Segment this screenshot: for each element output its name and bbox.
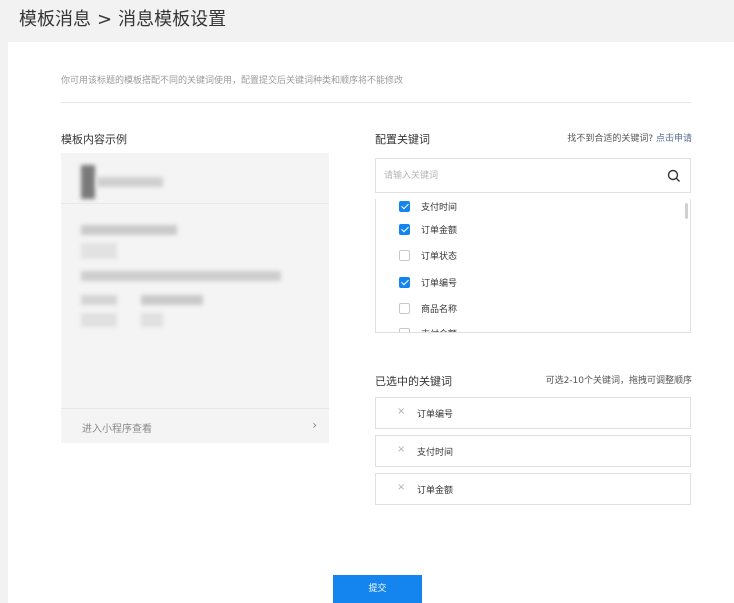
selected-keyword-label: 订单金额	[417, 486, 454, 496]
selected-section-title: 已选中的关键词	[375, 375, 452, 388]
keyword-option[interactable]: 支付金额	[399, 326, 457, 333]
breadcrumb-parent[interactable]: 模板消息	[19, 9, 91, 30]
remove-icon[interactable]: ×	[397, 444, 405, 455]
template-preview: 进入小程序查看 ›	[61, 153, 329, 443]
selected-keyword-label: 订单编号	[417, 410, 454, 420]
keyword-search-box	[375, 158, 691, 193]
keyword-option-label: 支付金额	[421, 327, 457, 333]
checkbox-unchecked-icon[interactable]	[399, 302, 410, 314]
preview-section-title: 模板内容示例	[61, 133, 127, 146]
template-description: 你可用该标题的模板搭配不同的关键词使用，配置提交后关键词种类和顺序将不能修改	[61, 76, 404, 86]
checkbox-checked-icon[interactable]	[399, 276, 410, 288]
preview-divider	[61, 203, 329, 204]
preview-value-placeholder	[141, 313, 163, 327]
keyword-help: 找不到合适的关键词? 点击申请	[567, 131, 692, 144]
keyword-option[interactable]: 商品名称	[399, 301, 457, 315]
selected-keyword-item[interactable]: × 订单金额	[375, 473, 691, 505]
keyword-option-label: 订单编号	[421, 278, 458, 289]
preview-avatar-placeholder	[81, 165, 95, 199]
keyword-option[interactable]: 订单金额	[399, 222, 457, 236]
chevron-right-icon: ›	[312, 418, 317, 432]
checkbox-checked-icon[interactable]	[399, 223, 410, 235]
selected-keyword-label: 支付时间	[417, 448, 454, 458]
keyword-search-input[interactable]	[384, 168, 644, 184]
remove-icon[interactable]: ×	[397, 406, 405, 417]
preview-name-placeholder	[97, 177, 163, 187]
keyword-option[interactable]: 订单编号	[399, 275, 457, 289]
preview-date-placeholder	[81, 243, 117, 259]
preview-value-placeholder	[141, 295, 203, 305]
checkbox-unchecked-icon[interactable]	[399, 327, 410, 332]
selected-keyword-item[interactable]: × 支付时间	[375, 435, 691, 467]
keyword-option-label: 订单状态	[421, 251, 458, 262]
submit-button[interactable]: 提交	[333, 575, 422, 603]
selected-keyword-item[interactable]: × 订单编号	[375, 397, 691, 429]
keyword-option-label: 商品名称	[421, 304, 458, 315]
page-title: 模板消息 > 消息模板设置	[19, 5, 226, 31]
preview-line-placeholder	[81, 271, 281, 281]
checkbox-unchecked-icon[interactable]	[399, 249, 410, 261]
divider	[61, 102, 691, 103]
keyword-list-scrollbar[interactable]	[685, 203, 688, 219]
keyword-option-label: 支付时间	[421, 202, 458, 213]
breadcrumb-current: 消息模板设置	[118, 9, 227, 30]
remove-icon[interactable]: ×	[397, 482, 405, 493]
preview-key-placeholder	[81, 295, 117, 305]
breadcrumb-separator: >	[97, 9, 113, 30]
keyword-help-text: 找不到合适的关键词?	[567, 134, 654, 144]
preview-key-placeholder	[81, 313, 117, 327]
keyword-option[interactable]: 支付时间	[399, 199, 457, 213]
open-miniprogram-label: 进入小程序查看	[82, 424, 152, 435]
keyword-option-label: 订单金额	[421, 225, 458, 236]
keyword-list[interactable]: 支付时间订单金额订单状态订单编号商品名称支付金额	[375, 199, 691, 333]
keyword-option[interactable]: 订单状态	[399, 248, 457, 262]
keywords-section-title: 配置关键词	[375, 133, 430, 146]
search-icon[interactable]	[667, 169, 681, 183]
preview-title-placeholder	[81, 225, 177, 235]
open-miniprogram-link[interactable]: 进入小程序查看 ›	[61, 408, 329, 443]
selected-hint: 可选2-10个关键词，拖拽可调整顺序	[545, 376, 692, 386]
apply-keyword-link[interactable]: 点击申请	[656, 134, 692, 144]
checkbox-checked-icon[interactable]	[399, 200, 410, 212]
